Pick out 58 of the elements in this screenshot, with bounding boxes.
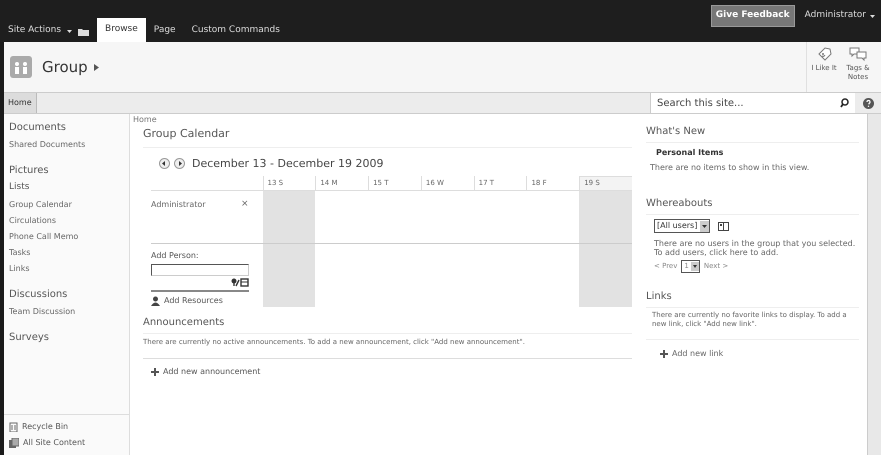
check-names-icon[interactable] xyxy=(231,278,249,287)
address-book-icon[interactable] xyxy=(718,222,730,230)
person-input-field[interactable] xyxy=(151,264,249,276)
dropdown-arrow-icon[interactable] xyxy=(690,262,699,271)
field-label: Add Person: xyxy=(151,250,199,262)
person-name: Administrator xyxy=(151,199,206,211)
plus-icon xyxy=(660,350,668,358)
nav-heading[interactable]: Lists xyxy=(9,181,30,194)
give-feedback-button[interactable]: Give Feedback xyxy=(710,5,795,27)
nav-link[interactable]: Circulations xyxy=(9,214,56,226)
help-icon[interactable] xyxy=(862,98,874,108)
folder-icon[interactable] xyxy=(78,26,90,36)
ribbon-tab[interactable]: Custom Commands xyxy=(184,20,288,42)
tag-icon xyxy=(816,46,832,62)
nav-heading[interactable]: Documents xyxy=(9,120,66,135)
nav-heading[interactable]: Pictures xyxy=(9,163,49,178)
nav-link[interactable]: Recycle Bin xyxy=(22,421,68,433)
caret-icon xyxy=(94,64,99,70)
person-icon xyxy=(151,296,160,306)
site-actions-menu[interactable]: Site Actions xyxy=(8,24,62,38)
empty-message: There are no users in the group that you selected. To add users, click here to add. xyxy=(653,238,856,257)
speech-bubbles-icon xyxy=(849,46,867,62)
documents-icon xyxy=(9,438,19,448)
ribbon-tab[interactable]: Browse xyxy=(97,18,146,42)
bin-icon xyxy=(9,422,18,432)
web-part-title: Announcements xyxy=(143,315,632,334)
add-link[interactable]: Add new announcement xyxy=(163,366,260,378)
site-logo-icon xyxy=(10,56,32,78)
user-menu[interactable]: Administrator xyxy=(804,9,866,23)
empty-message: There are no items to show in this view. xyxy=(649,162,810,174)
caret-down-icon xyxy=(67,30,72,32)
nav-link[interactable]: Shared Documents xyxy=(9,139,86,151)
nav-link[interactable]: Links xyxy=(9,262,30,274)
add-link[interactable]: Add new link xyxy=(672,348,724,360)
remove-button[interactable]: × xyxy=(240,199,249,209)
caret-down-icon xyxy=(870,14,875,18)
nav-link[interactable]: All Site Content xyxy=(23,437,86,449)
section-heading: Personal Items xyxy=(655,147,724,159)
site-title[interactable]: Group xyxy=(42,56,88,78)
nav-heading[interactable]: Surveys xyxy=(9,330,49,344)
nav-link[interactable]: Tasks xyxy=(9,246,30,258)
scrollbar[interactable] xyxy=(867,114,881,455)
nav-link[interactable]: Phone Call Memo xyxy=(9,230,78,242)
nav-link[interactable]: Team Discussion xyxy=(9,306,76,318)
breadcrumb-link[interactable]: Home xyxy=(133,114,157,126)
date-range: December 13 - December 19 2009 xyxy=(192,156,384,172)
user-filter-dropdown[interactable]: [All users] xyxy=(654,219,710,233)
web-part-title: Group Calendar xyxy=(143,126,632,148)
ribbon-tab[interactable]: Page xyxy=(146,20,184,42)
web-part-title: Links xyxy=(646,288,859,308)
search-icon[interactable] xyxy=(840,98,849,108)
nav-tab[interactable]: Home xyxy=(4,93,37,113)
nav-link[interactable]: Group Calendar xyxy=(9,198,72,210)
plus-icon xyxy=(151,368,159,376)
web-part-title: What's New xyxy=(646,124,859,143)
web-part-title: Whereabouts xyxy=(646,196,859,215)
add-resources-link[interactable]: Add Resources xyxy=(164,295,223,307)
nav-heading[interactable]: Discussions xyxy=(9,286,68,302)
